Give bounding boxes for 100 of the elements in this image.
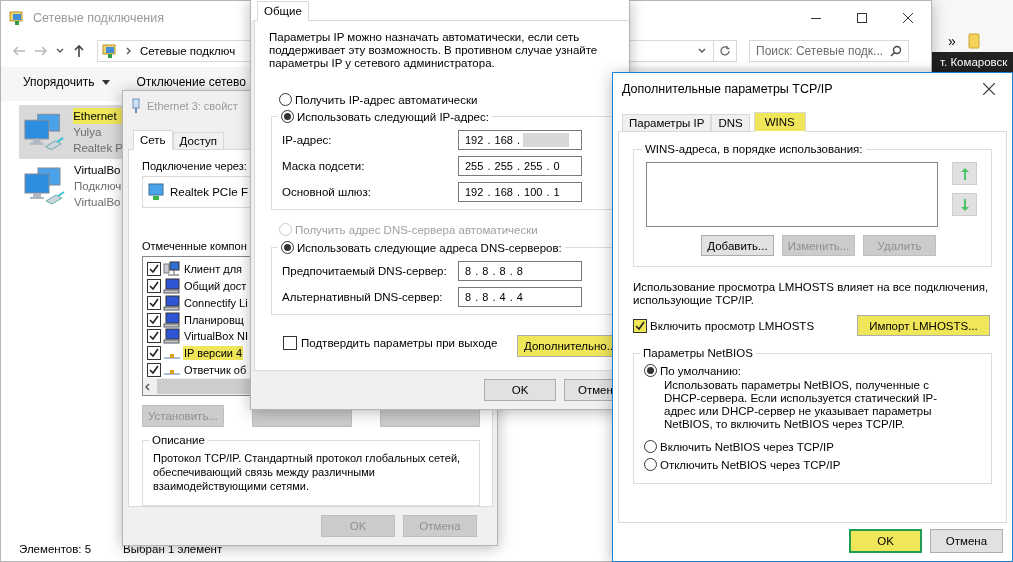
- search-field[interactable]: Поиск: Сетевые подк...: [749, 40, 909, 62]
- ok-button[interactable]: OK: [484, 379, 556, 401]
- ip-address-field[interactable]: 8 . 8 . 4 . 4: [458, 287, 582, 307]
- radio-label: Получить адрес DNS-сервера автоматически: [295, 223, 538, 236]
- radio-label: По умолчанию:: [660, 364, 741, 377]
- up-arrow-icon: [959, 166, 970, 181]
- window-title: Сетевые подключения: [33, 11, 164, 25]
- connection-item[interactable]: Ethernet Yulya Realtek P: [19, 105, 123, 159]
- adapter-name: Realtek PCIe F: [170, 186, 248, 198]
- search-icon: [890, 45, 902, 57]
- address-text: Сетевые подключ: [140, 45, 236, 57]
- window-title: Ethernet 3: свойст: [147, 100, 238, 112]
- checkbox[interactable]: [147, 346, 161, 361]
- caret-icon: [102, 79, 111, 85]
- toolbar-command[interactable]: Отключение сетево: [136, 75, 246, 89]
- checkbox[interactable]: [633, 318, 647, 333]
- ip-address-field[interactable]: 255 . 255 . 255 . 0: [458, 156, 582, 176]
- organize-menu[interactable]: Упорядочить: [23, 75, 111, 89]
- tab[interactable]: Параметры IP: [622, 114, 712, 132]
- checkbox[interactable]: [147, 312, 161, 327]
- field-label: Основной шлюз:: [282, 186, 372, 198]
- intro-text: Параметры IP можно назначать автоматически, если сеть поддерживает эту возможность. В противном случае узнайте параметры IP у сетевого администратора.: [269, 31, 599, 70]
- component-item[interactable]: Общий дост: [183, 279, 248, 294]
- radio-label: Отключить NetBIOS через TCP/IP: [660, 458, 841, 471]
- network-protocol-icon: [164, 369, 180, 376]
- close-icon: [983, 83, 995, 95]
- field-label: Отмеченные компон: [142, 240, 247, 252]
- radio-button[interactable]: [644, 440, 657, 453]
- radio-label: Включить NetBIOS через TCP/IP: [660, 440, 834, 453]
- connection-name: VirtualBo: [74, 163, 122, 178]
- down-arrow-icon: [959, 197, 970, 212]
- field-label: Альтернативный DNS-сервер:: [282, 291, 444, 303]
- connection-name: Ethernet: [73, 108, 123, 124]
- window-title: Дополнительные параметры TCP/IP: [622, 82, 833, 96]
- component-item[interactable]: VirtualBox NI: [183, 329, 249, 344]
- field-label: Предпочитаемый DNS-сервер:: [282, 265, 448, 277]
- network-folder-icon: [9, 10, 25, 26]
- wins-address-list[interactable]: [646, 162, 938, 227]
- ok-button[interactable]: OK: [849, 529, 922, 553]
- close-icon: [903, 13, 913, 23]
- network-protocol-icon: [164, 352, 180, 359]
- tab[interactable]: Общие: [257, 1, 309, 21]
- component-item[interactable]: IP версии 4: [183, 346, 244, 361]
- radio-button[interactable]: [279, 93, 292, 106]
- import-lmhosts-button[interactable]: Импорт LMHOSTS...: [857, 315, 990, 336]
- tab[interactable]: Сеть: [133, 130, 173, 150]
- connection-item[interactable]: VirtualBo Подключ VirtualBo: [19, 159, 123, 213]
- ip-address-value: 255 . 255 . 255 . 0: [465, 160, 560, 172]
- component-item[interactable]: Ответчик об: [183, 362, 248, 377]
- checkbox-label: Включить просмотр LMHOSTS: [650, 319, 815, 332]
- radio-button[interactable]: [644, 458, 657, 471]
- field-label: IP-адрес:: [282, 134, 333, 146]
- checkbox[interactable]: [147, 329, 161, 344]
- status-text: Элементов: 5: [19, 543, 92, 557]
- ip-address-value: 192 . 168 .: [465, 134, 520, 146]
- network-client-icon: [163, 261, 181, 278]
- computer-icon: [163, 278, 181, 295]
- overflow-chevron[interactable]: »: [948, 33, 956, 49]
- connection-detail: Realtek P: [73, 141, 123, 156]
- ip-address-field[interactable]: 192 . 168 . 100 . 1: [458, 182, 582, 202]
- connection-detail: Yulya: [73, 125, 103, 140]
- network-folder-icon: [102, 43, 118, 59]
- computer-icon: [163, 311, 181, 328]
- field-label: Подключение через:: [142, 160, 247, 172]
- component-item[interactable]: Connectify Li: [183, 295, 249, 310]
- ip-address-field[interactable]: 8 . 8 . 8 . 8: [458, 261, 582, 281]
- tab[interactable]: Доступ: [172, 132, 224, 150]
- connection-detail: VirtualBo: [74, 195, 122, 210]
- description-text: Протокол TCP/IP. Стандартный протокол глобальных сетей, обеспечивающий связь между различными взаимодействующими сетями.: [153, 451, 462, 494]
- add-button[interactable]: Добавить...: [701, 235, 774, 256]
- radio-button[interactable]: [281, 241, 294, 254]
- group-title: Параметры NetBIOS: [643, 347, 753, 359]
- network-adapter-icon: [147, 183, 165, 201]
- cancel-button[interactable]: Отмена: [930, 529, 1003, 553]
- component-item[interactable]: Клиент для: [183, 262, 244, 277]
- component-item[interactable]: Планировщ: [183, 312, 245, 327]
- radio-button[interactable]: [644, 364, 657, 377]
- network-adapter-icon: [131, 98, 141, 114]
- ip-address-value: 8 . 8 . 4 . 4: [465, 291, 523, 303]
- ip-address-value: 8 . 8 . 8 . 8: [465, 265, 523, 277]
- blurred-region: [523, 133, 569, 147]
- checkbox[interactable]: [147, 362, 161, 377]
- checkbox[interactable]: [147, 279, 161, 294]
- ip-address-value: 192 . 168 . 100 . 1: [465, 186, 560, 198]
- tab[interactable]: WINS: [753, 112, 806, 132]
- group-title: WINS-адреса, в порядке использования:: [645, 143, 863, 155]
- radio-button[interactable]: [281, 110, 294, 123]
- connection-detail: Подключ: [74, 179, 122, 194]
- computer-icon: [163, 294, 181, 311]
- computer-icon: [163, 328, 181, 345]
- ip-address-field[interactable]: 192 . 168 .: [458, 130, 582, 150]
- radio-label: Использовать следующий IP-адрес:: [297, 110, 489, 123]
- radio-label: Получить IP-адрес автоматически: [295, 93, 478, 106]
- checkbox[interactable]: [283, 336, 297, 350]
- radio-label: Использовать следующие адреса DNS-серверов:: [297, 241, 562, 254]
- tab[interactable]: DNS: [711, 114, 750, 132]
- checkbox[interactable]: [147, 295, 161, 310]
- checkbox[interactable]: [147, 262, 161, 277]
- field-label: Маска подсети:: [282, 160, 366, 172]
- refresh-icon: [719, 45, 731, 57]
